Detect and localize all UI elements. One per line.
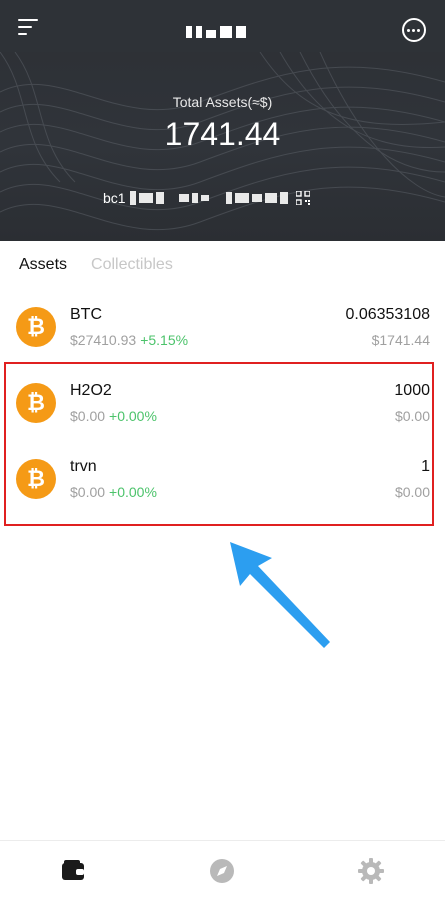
asset-price: $27410.93	[70, 332, 137, 348]
total-assets-label: Total Assets(≈$)	[172, 94, 273, 110]
wallet-header: Total Assets(≈$) 1741.44 bc1	[0, 0, 445, 241]
annotation-arrow-icon	[230, 542, 330, 648]
bottom-navigation	[0, 840, 445, 909]
address-redacted	[129, 191, 288, 205]
asset-name: BTC	[70, 306, 102, 323]
gear-icon[interactable]	[357, 857, 385, 885]
asset-value: $1741.44	[371, 332, 430, 348]
menu-icon[interactable]	[18, 18, 40, 36]
wallet-name-redacted[interactable]	[186, 26, 246, 38]
asset-price-line: $27410.93 +5.15%	[70, 332, 188, 348]
compass-icon[interactable]	[208, 857, 236, 885]
wallet-address[interactable]: bc1	[103, 190, 310, 206]
asset-amount: 0.06353108	[345, 306, 430, 323]
tab-collectibles[interactable]: Collectibles	[91, 256, 173, 274]
asset-change: +5.15%	[140, 332, 189, 348]
highlight-annotation-box	[4, 362, 434, 526]
wallet-icon[interactable]	[59, 857, 87, 885]
more-options-icon[interactable]	[402, 18, 426, 42]
qr-code-icon[interactable]	[295, 191, 310, 205]
address-prefix: bc1	[103, 190, 126, 206]
total-assets-value: 1741.44	[164, 116, 281, 152]
asset-tabs: Assets Collectibles	[19, 256, 173, 274]
tab-assets[interactable]: Assets	[19, 256, 67, 274]
asset-row-btc[interactable]: ₿ BTC $27410.93 +5.15% 0.06353108 $1741.4…	[0, 298, 445, 366]
bitcoin-icon: ₿	[16, 307, 56, 347]
